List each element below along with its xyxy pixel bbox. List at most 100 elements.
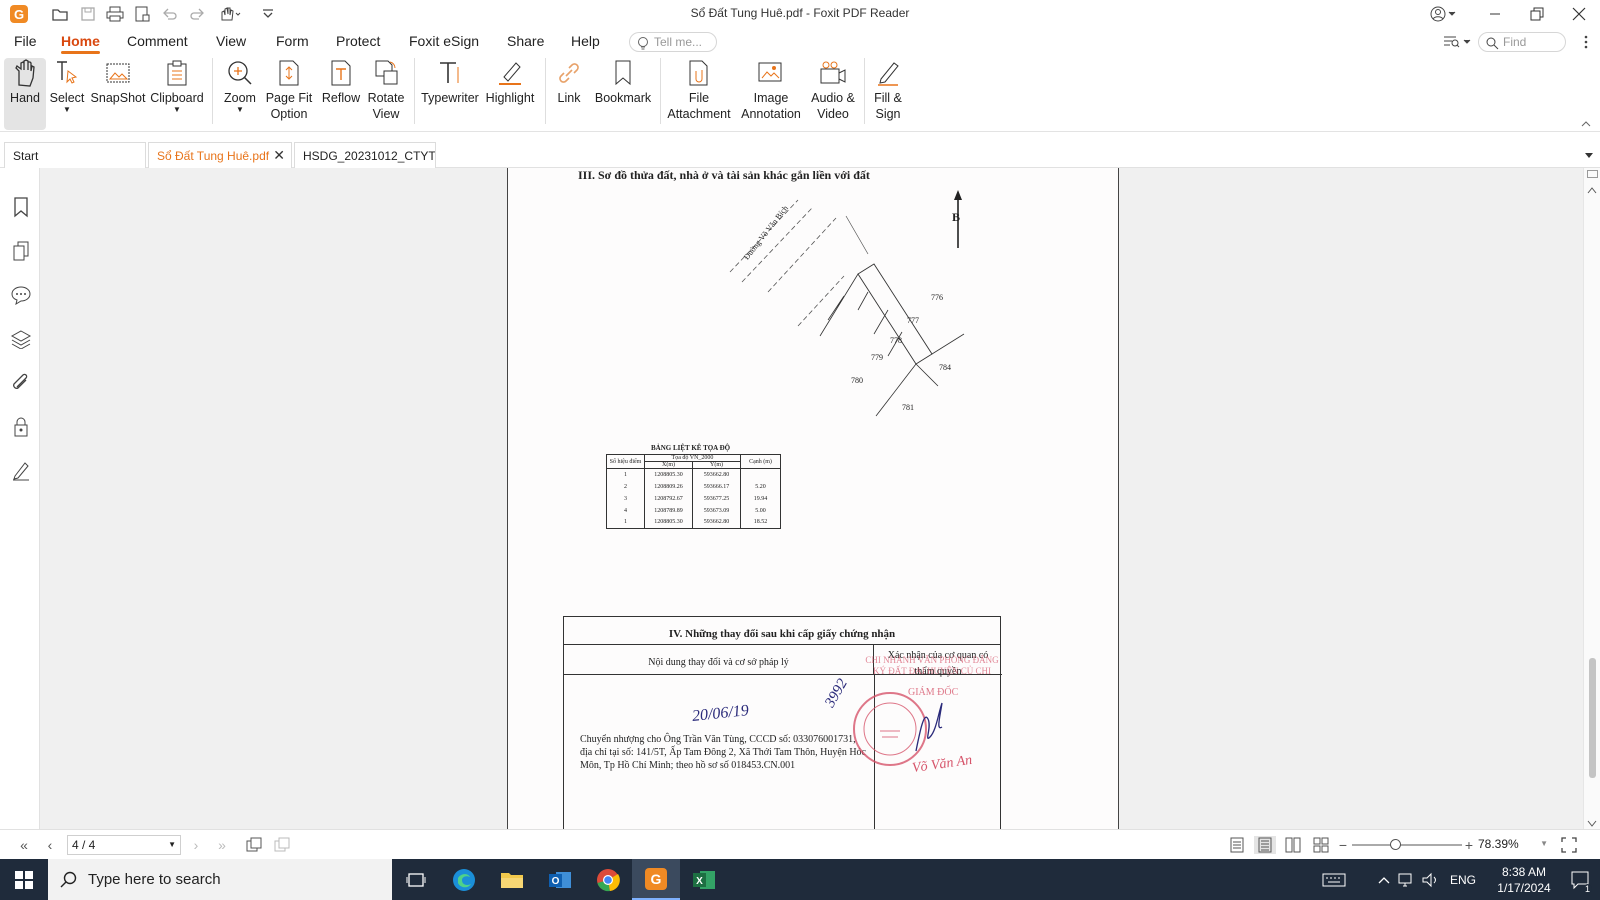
zoom-slider-thumb[interactable]: [1390, 839, 1401, 850]
search-options-icon[interactable]: [1443, 34, 1473, 50]
tab-start[interactable]: Start: [4, 142, 146, 168]
zoom-button[interactable]: Zoom ▼: [220, 58, 260, 130]
menu-foxit-esign[interactable]: Foxit eSign: [409, 33, 479, 49]
chrome-icon[interactable]: [584, 859, 632, 900]
comments-panel-icon[interactable]: [10, 284, 32, 306]
tab-list-dropdown-icon[interactable]: [1584, 148, 1594, 163]
clipboard-dropdown-icon[interactable]: ▼: [173, 106, 181, 114]
select-dropdown-icon[interactable]: ▼: [63, 106, 71, 114]
next-page-icon[interactable]: ›: [188, 836, 204, 854]
vertical-scrollbar[interactable]: [1583, 168, 1600, 829]
language-indicator[interactable]: ENG: [1446, 859, 1480, 900]
menu-protect[interactable]: Protect: [336, 33, 380, 49]
previous-page-icon[interactable]: ‹: [42, 836, 58, 854]
menu-share[interactable]: Share: [507, 33, 544, 49]
zoom-dropdown-icon[interactable]: ▼: [236, 106, 244, 114]
scrollbar-toggle-icon[interactable]: [1587, 170, 1598, 178]
task-view-icon[interactable]: [392, 859, 440, 900]
attachments-panel-icon[interactable]: [10, 372, 32, 394]
excel-icon[interactable]: X: [680, 859, 728, 900]
taskbar-search-input[interactable]: Type here to search: [48, 859, 392, 900]
customize-quick-access-icon[interactable]: [258, 4, 278, 24]
windows-start-icon[interactable]: [0, 859, 48, 900]
menu-form[interactable]: Form: [276, 33, 309, 49]
clock[interactable]: 8:38 AM 1/17/2024: [1484, 859, 1564, 900]
zoom-slider[interactable]: [1352, 839, 1462, 850]
signature-panel-icon[interactable]: [10, 460, 32, 482]
keyboard-icon[interactable]: [1316, 859, 1352, 900]
edge-browser-icon[interactable]: [440, 859, 488, 900]
fill-sign-button[interactable]: Fill & Sign: [868, 58, 908, 130]
next-view-icon[interactable]: [272, 836, 292, 854]
stamp-text: CHI NHÁNH VĂN PHÒNG ĐĂNG KÝ ĐẤT ĐAI HUYỆ…: [865, 655, 999, 676]
menu-home[interactable]: Home: [61, 33, 100, 54]
foxit-taskbar-icon[interactable]: G: [632, 859, 680, 900]
reflow-button[interactable]: Reflow: [320, 58, 362, 130]
tell-me-input[interactable]: Tell me...: [629, 32, 717, 52]
menu-file[interactable]: File: [14, 33, 37, 49]
collapse-ribbon-icon[interactable]: [1580, 116, 1592, 127]
more-options-icon[interactable]: [1583, 34, 1589, 50]
file-attachment-button[interactable]: File Attachment: [666, 58, 732, 130]
hand-tool-quick-icon[interactable]: [216, 4, 244, 24]
clipboard-button[interactable]: Clipboard ▼: [150, 58, 204, 130]
restore-button[interactable]: [1517, 0, 1557, 28]
tab-hsdg[interactable]: HSDG_20231012_CTYT...: [294, 142, 436, 168]
bookmark-button[interactable]: Bookmark: [592, 58, 654, 130]
security-panel-icon[interactable]: [10, 416, 32, 438]
fullscreen-icon[interactable]: [1560, 836, 1578, 854]
close-tab-icon[interactable]: ✕: [273, 147, 285, 164]
image-annotation-button[interactable]: Image Annotation: [736, 58, 806, 130]
menu-view[interactable]: View: [216, 33, 246, 49]
snapshot-button[interactable]: SnapShot: [91, 58, 145, 130]
page-dropdown-icon[interactable]: ▼: [168, 840, 176, 849]
continuous-facing-view-icon[interactable]: [1312, 836, 1330, 854]
account-icon[interactable]: [1428, 4, 1462, 24]
minimize-button[interactable]: [1475, 0, 1515, 28]
open-icon[interactable]: [50, 4, 70, 24]
bookmarks-panel-icon[interactable]: [10, 196, 32, 218]
continuous-view-icon[interactable]: [1254, 836, 1276, 854]
previous-view-icon[interactable]: [244, 836, 264, 854]
page-number-input[interactable]: 4 / 4 ▼: [67, 835, 181, 855]
find-input[interactable]: Find: [1478, 32, 1566, 52]
hand-tool-button[interactable]: Hand: [4, 58, 46, 130]
zoom-out-icon[interactable]: −: [1336, 836, 1350, 854]
first-page-icon[interactable]: «: [14, 836, 34, 854]
bookmark-label: Bookmark: [594, 91, 652, 105]
tab-so-dat-tung-hue[interactable]: Sổ Đất Tung Huê.pdf ✕: [148, 142, 292, 168]
save-icon[interactable]: [78, 4, 98, 24]
volume-icon[interactable]: [1420, 859, 1440, 900]
zoom-dropdown-icon[interactable]: ▼: [1540, 839, 1548, 848]
page-fit-option-button[interactable]: Page Fit Option: [262, 58, 316, 130]
menu-help[interactable]: Help: [571, 33, 600, 49]
facing-view-icon[interactable]: [1284, 836, 1302, 854]
scrollbar-thumb[interactable]: [1589, 658, 1596, 778]
file-explorer-icon[interactable]: [488, 859, 536, 900]
select-tool-button[interactable]: Select ▼: [50, 58, 84, 130]
col-left-label: Nội dung thay đổi và cơ sở pháp lý: [648, 657, 789, 668]
network-icon[interactable]: [1396, 859, 1416, 900]
audio-video-button[interactable]: Audio & Video: [808, 58, 858, 130]
link-button[interactable]: Link: [551, 58, 587, 130]
pages-panel-icon[interactable]: [10, 240, 32, 262]
print-icon[interactable]: [105, 4, 125, 24]
zoom-level-input[interactable]: 78.39% ▼: [1474, 835, 1550, 855]
undo-icon[interactable]: [160, 4, 180, 24]
document-viewer[interactable]: III. Sơ đồ thửa đất, nhà ở và tài sản kh…: [40, 168, 1583, 829]
highlight-button[interactable]: Highlight: [482, 58, 538, 130]
typewriter-button[interactable]: Typewriter: [420, 58, 480, 130]
notifications-icon[interactable]: 1: [1566, 859, 1596, 900]
redo-icon[interactable]: [187, 4, 207, 24]
close-button[interactable]: [1559, 0, 1599, 28]
rotate-view-button[interactable]: Rotate View: [364, 58, 408, 130]
menu-comment[interactable]: Comment: [127, 33, 188, 49]
last-page-icon[interactable]: »: [212, 836, 232, 854]
outlook-icon[interactable]: O: [536, 859, 584, 900]
show-hidden-icons-icon[interactable]: [1376, 859, 1392, 900]
single-page-view-icon[interactable]: [1228, 836, 1246, 854]
svg-text:G: G: [14, 7, 24, 22]
page-setup-icon[interactable]: [132, 4, 152, 24]
scroll-up-icon[interactable]: [1587, 182, 1597, 197]
layers-panel-icon[interactable]: [10, 328, 32, 350]
